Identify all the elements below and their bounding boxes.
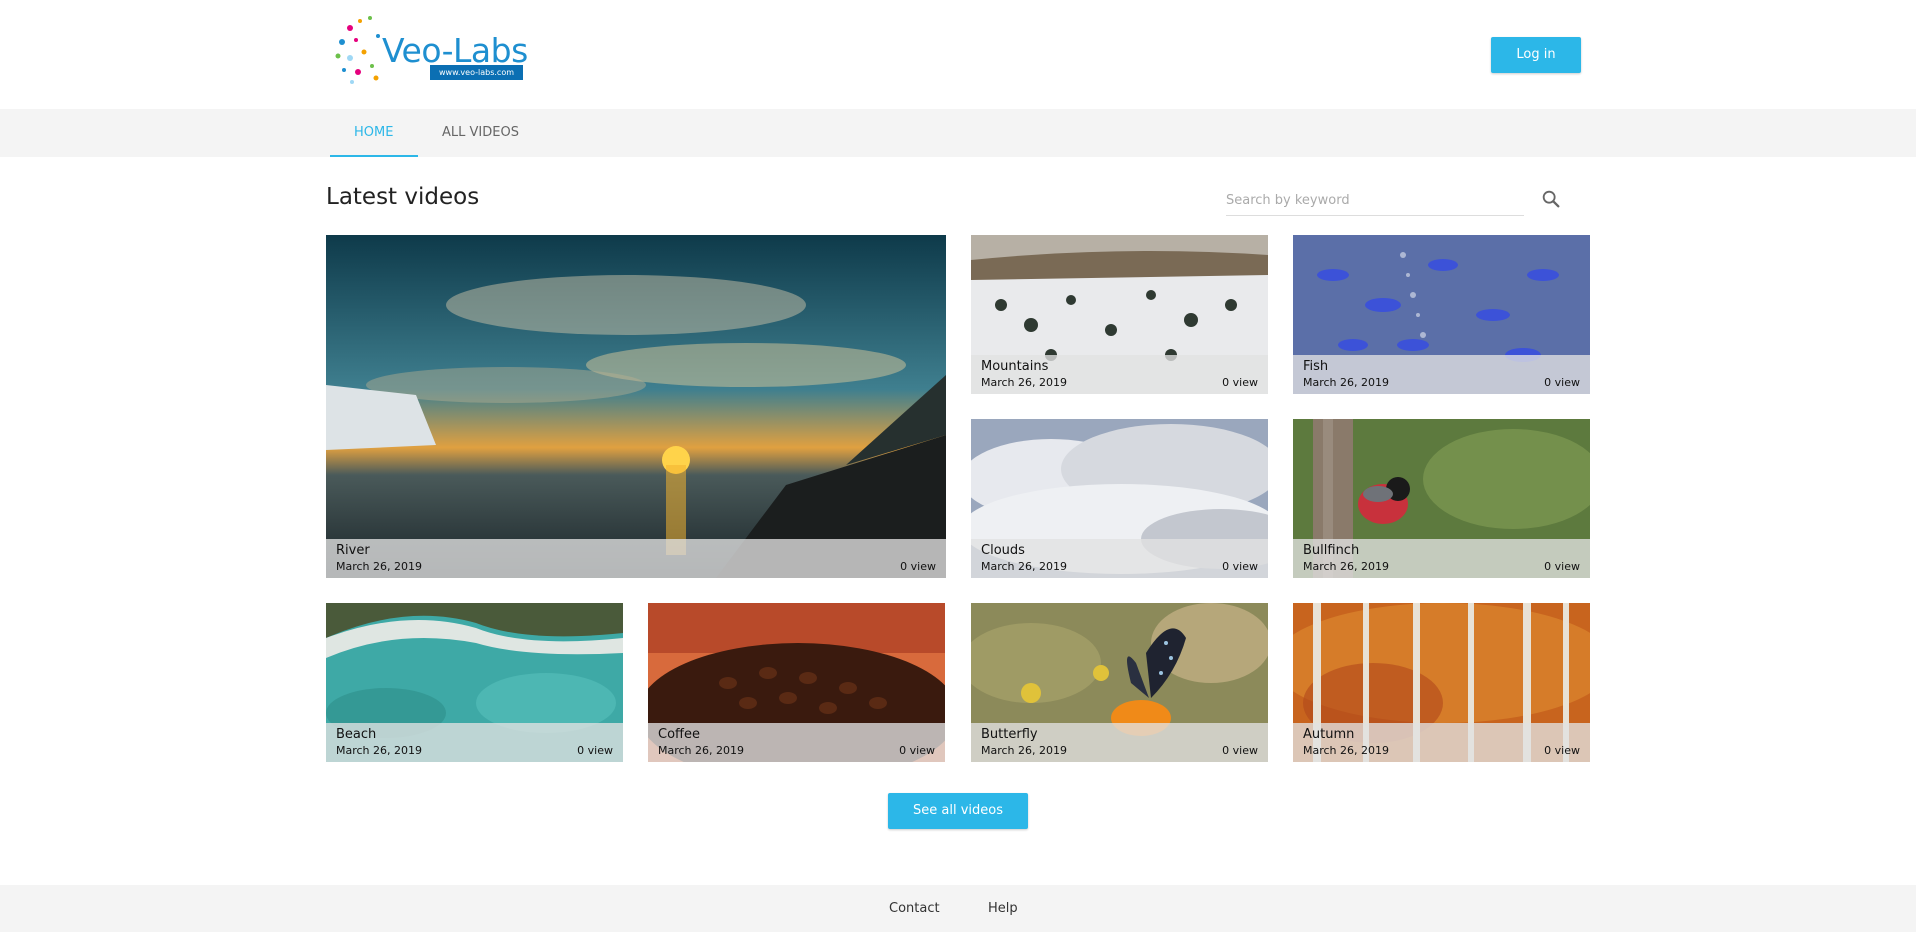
video-card-butterfly[interactable]: Butterfly March 26, 2019 0 view — [971, 603, 1268, 762]
search-field — [1226, 187, 1524, 216]
video-views: 0 view — [899, 744, 935, 757]
video-date: March 26, 2019 — [1303, 376, 1390, 389]
video-card-clouds[interactable]: Clouds March 26, 2019 0 view — [971, 419, 1268, 578]
video-info-bar: Butterfly March 26, 2019 0 view — [971, 723, 1268, 762]
video-title: Coffee — [658, 727, 700, 742]
tab-home[interactable]: HOME — [354, 109, 393, 157]
video-date: March 26, 2019 — [658, 744, 745, 757]
see-all-videos-button[interactable]: See all videos — [888, 793, 1028, 829]
video-info-bar: Clouds March 26, 2019 0 view — [971, 539, 1268, 578]
search-icon[interactable] — [1540, 188, 1562, 210]
video-info-bar: Mountains March 26, 2019 0 view — [971, 355, 1268, 394]
confetti-logo-icon — [335, 16, 380, 84]
video-info-bar: Fish March 26, 2019 0 view — [1293, 355, 1590, 394]
video-title: Autumn — [1303, 727, 1355, 742]
video-card-mountains[interactable]: Mountains March 26, 2019 0 view — [971, 235, 1268, 394]
top-header: Veo-Labs www.veo-labs.com Log in — [0, 0, 1916, 109]
video-title: Clouds — [981, 543, 1025, 558]
video-views: 0 view — [1222, 744, 1258, 757]
video-card-coffee[interactable]: Coffee March 26, 2019 0 view — [648, 603, 945, 762]
river-thumbnail — [326, 235, 946, 578]
page-title: Latest videos — [326, 184, 480, 210]
video-date: March 26, 2019 — [336, 560, 423, 573]
video-card-autumn[interactable]: Autumn March 26, 2019 0 view — [1293, 603, 1590, 762]
video-title: Mountains — [981, 359, 1049, 374]
footer-link-contact[interactable]: Contact — [889, 901, 940, 916]
video-info-bar: Beach March 26, 2019 0 view — [326, 723, 623, 762]
video-info-bar: Autumn March 26, 2019 0 view — [1293, 723, 1590, 762]
login-button[interactable]: Log in — [1491, 37, 1581, 73]
video-date: March 26, 2019 — [1303, 744, 1390, 757]
video-views: 0 view — [1544, 744, 1580, 757]
video-views: 0 view — [1222, 560, 1258, 573]
video-title: Beach — [336, 727, 377, 742]
video-date: March 26, 2019 — [1303, 560, 1390, 573]
video-card-bullfinch[interactable]: Bullfinch March 26, 2019 0 view — [1293, 419, 1590, 578]
video-title: Butterfly — [981, 727, 1038, 742]
main-nav: HOME ALL VIDEOS — [0, 109, 1916, 157]
video-views: 0 view — [577, 744, 613, 757]
footer: Contact Help — [0, 885, 1916, 932]
video-date: March 26, 2019 — [981, 744, 1068, 757]
active-tab-indicator — [330, 155, 418, 157]
video-info-bar: River March 26, 2019 0 view — [326, 539, 946, 578]
video-date: March 26, 2019 — [981, 376, 1068, 389]
video-date: March 26, 2019 — [336, 744, 423, 757]
video-views: 0 view — [1544, 376, 1580, 389]
veo-labs-logo[interactable]: Veo-Labs www.veo-labs.com — [330, 12, 530, 88]
video-info-bar: Coffee March 26, 2019 0 view — [648, 723, 945, 762]
search-input[interactable] — [1226, 187, 1516, 213]
video-info-bar: Bullfinch March 26, 2019 0 view — [1293, 539, 1590, 578]
tab-all-videos[interactable]: ALL VIDEOS — [442, 109, 519, 157]
video-title: Fish — [1303, 359, 1329, 374]
video-title: River — [336, 543, 370, 558]
video-title: Bullfinch — [1303, 543, 1360, 558]
video-card-fish[interactable]: Fish March 26, 2019 0 view — [1293, 235, 1590, 394]
video-date: March 26, 2019 — [981, 560, 1068, 573]
video-views: 0 view — [1544, 560, 1580, 573]
logo-tagline: www.veo-labs.com — [430, 65, 523, 80]
video-card-beach[interactable]: Beach March 26, 2019 0 view — [326, 603, 623, 762]
video-card-river[interactable]: River March 26, 2019 0 view — [326, 235, 946, 578]
video-views: 0 view — [1222, 376, 1258, 389]
video-views: 0 view — [900, 560, 936, 573]
footer-link-help[interactable]: Help — [988, 901, 1018, 916]
